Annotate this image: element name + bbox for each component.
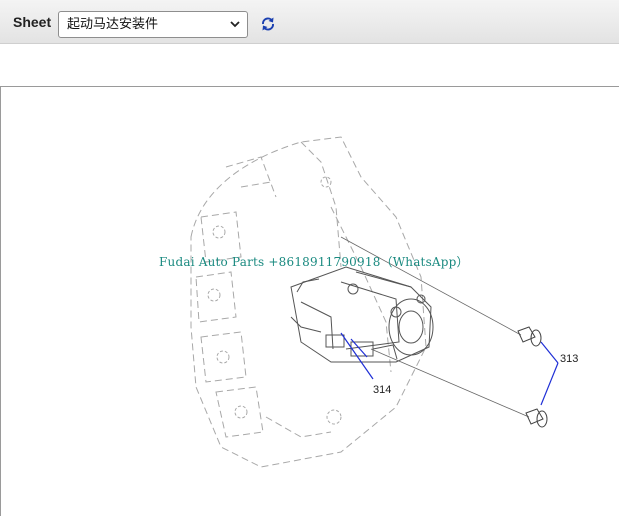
bolt-313-lower [525,408,548,428]
watermark-text: Fudai Auto Parts +8618911790918（WhatsApp… [159,255,469,269]
bolt-313-upper [517,326,542,347]
starter-motor [290,266,434,363]
toolbar: Sheet 起动马达安装件 [0,0,619,44]
chevron-down-icon [230,21,240,28]
callout-314[interactable]: 314 [373,384,391,396]
refresh-icon[interactable] [259,15,277,33]
sheet-select[interactable]: 起动马达安装件 [58,11,248,38]
parts-diagram [190,136,559,468]
engine-housing [190,136,427,468]
housing-bolts [207,176,342,425]
diagram-viewer[interactable]: Fudai Auto Parts +8618911790918（WhatsApp… [0,86,619,516]
sheet-select-value: 起动马达安装件 [67,17,159,32]
sheet-label: Sheet [13,14,52,30]
callout-313[interactable]: 313 [560,353,578,365]
